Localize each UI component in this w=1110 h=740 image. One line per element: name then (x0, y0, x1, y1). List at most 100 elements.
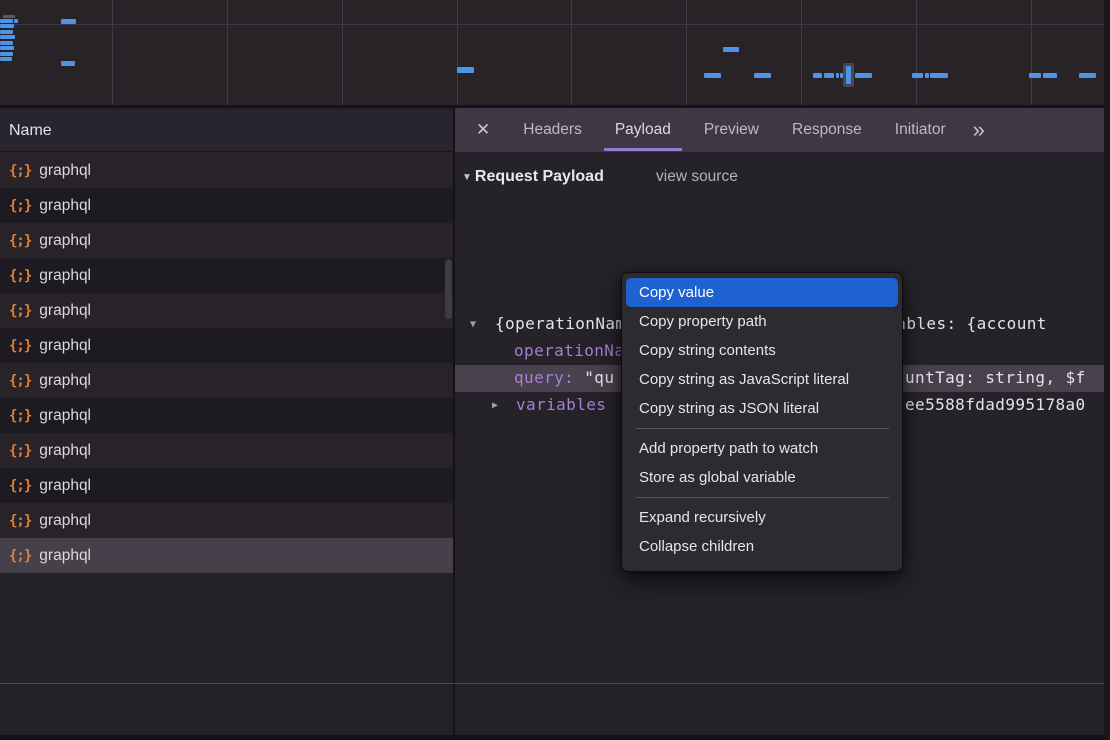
request-name: graphql (39, 512, 91, 530)
request-timing-bar (912, 73, 923, 78)
menu-item-copy-string-contents[interactable]: Copy string contents (626, 336, 898, 365)
menu-item-store-as-global-variable[interactable]: Store as global variable (626, 463, 898, 492)
request-timing-bar (0, 46, 14, 50)
request-timing-bar (1043, 73, 1057, 78)
json-file-icon: {;} (9, 233, 31, 249)
request-timing-bar (704, 73, 721, 78)
request-row[interactable]: {;}graphql (0, 468, 453, 503)
network-overview-strip[interactable] (0, 0, 1104, 108)
request-name: graphql (39, 337, 91, 355)
tab-initiator[interactable]: Initiator (895, 108, 946, 152)
overview-gridline-horizontal (0, 24, 1104, 25)
request-timing-bar (0, 52, 13, 56)
collapsed-triangle-icon[interactable]: ▶ (492, 400, 498, 411)
request-timing-bar (0, 41, 13, 45)
json-file-icon: {;} (9, 513, 31, 529)
expand-triangle-icon[interactable]: ▼ (470, 319, 476, 330)
json-file-icon: {;} (9, 548, 31, 564)
request-row[interactable]: {;} graphql (0, 328, 453, 363)
request-name: graphql (39, 267, 91, 285)
name-column-header[interactable]: Name (0, 111, 453, 152)
window-right-edge (1104, 0, 1110, 740)
request-timing-bar (855, 73, 872, 78)
summary-bar-divider (0, 683, 1104, 684)
request-name: graphql (39, 232, 91, 250)
request-timing-bar (0, 24, 14, 28)
variables-preview-tail: ee5588fdad995178a0 (905, 395, 1086, 414)
request-timing-bar (925, 73, 929, 78)
request-timing-bar (61, 61, 75, 66)
request-name: graphql (39, 162, 91, 180)
request-row[interactable]: {;}graphql (0, 538, 453, 573)
request-timing-bar (0, 19, 13, 23)
property-value-start: "qu (584, 368, 614, 387)
request-payload-section-header[interactable]: ▼ Request Payload (462, 165, 604, 189)
overview-gridline (1031, 0, 1032, 105)
menu-item-copy-property-path[interactable]: Copy property path (626, 307, 898, 336)
devtools-network-panel: Name {;}graphql{;}graphql{;}graphql{;}gr… (0, 0, 1110, 740)
request-timing-bar (61, 19, 76, 24)
request-row[interactable]: {;} graphql (0, 503, 453, 538)
selected-request-tick (846, 66, 851, 84)
property-key: query: (514, 368, 574, 387)
request-list-pane: Name {;}graphql{;}graphql{;}graphql{;}gr… (0, 111, 453, 683)
request-timing-bar (0, 35, 15, 39)
request-row[interactable]: {;} graphql (0, 398, 453, 433)
request-timing-bar (754, 73, 771, 78)
request-row[interactable]: {;}graphql (0, 188, 453, 223)
menu-item-expand-recursively[interactable]: Expand recursively (626, 503, 898, 532)
menu-item-copy-string-as-javascript-literal[interactable]: Copy string as JavaScript literal (626, 365, 898, 394)
request-row[interactable]: {;} graphql (0, 153, 453, 188)
overview-gridline (342, 0, 343, 105)
json-file-icon: {;} (9, 303, 31, 319)
context-menu: Copy valueCopy property pathCopy string … (621, 272, 903, 572)
tab-headers[interactable]: Headers (523, 108, 582, 152)
request-timing-bar (1079, 73, 1096, 78)
json-file-icon: {;} (9, 163, 31, 179)
overview-gridline (801, 0, 802, 105)
json-file-icon: {;} (9, 338, 31, 354)
pane-divider[interactable] (453, 108, 455, 735)
request-name: graphql (39, 302, 91, 320)
request-row[interactable]: {;} graphql (0, 433, 453, 468)
more-tabs-icon[interactable]: » (973, 117, 983, 143)
window-bottom-edge (0, 735, 1110, 740)
request-timing-bar (0, 30, 13, 34)
request-name: graphql (39, 372, 91, 390)
menu-item-copy-value[interactable]: Copy value (626, 278, 898, 307)
name-column-label: Name (9, 122, 52, 140)
request-row[interactable]: {;} graphql (0, 293, 453, 328)
request-row[interactable]: {;} graphql (0, 223, 453, 258)
request-timing-bar (14, 19, 18, 23)
request-name: graphql (39, 442, 91, 460)
json-file-icon: {;} (9, 268, 31, 284)
scrollbar-thumb[interactable] (445, 259, 452, 319)
request-timing-bar (813, 73, 822, 78)
property-key: variables (516, 395, 606, 414)
detail-tab-bar: ✕ Headers Payload Preview Response Initiator… (455, 108, 1104, 152)
menu-item-add-property-path-to-watch[interactable]: Add property path to watch (626, 434, 898, 463)
request-list: {;} graphql {;} graphql {;} graphql {;} graphql… (0, 153, 453, 573)
request-timing-bar (457, 67, 474, 73)
overview-gridline (571, 0, 572, 105)
json-file-icon: {;} (9, 443, 31, 459)
view-source-link[interactable]: view source (656, 168, 738, 186)
request-row[interactable]: {;}graphql (0, 363, 453, 398)
request-timing-bar (836, 73, 839, 78)
pending-request-bar (3, 15, 15, 18)
collapse-triangle-icon[interactable]: ▼ (462, 172, 472, 183)
tab-response[interactable]: Response (792, 108, 862, 152)
menu-item-collapse-children[interactable]: Collapse children (626, 532, 898, 561)
menu-divider (636, 428, 889, 429)
overview-gridline (686, 0, 687, 105)
overview-gridline (227, 0, 228, 105)
request-name: graphql (39, 407, 91, 425)
request-name: graphql (39, 477, 91, 495)
json-file-icon: {;} (9, 408, 31, 424)
tab-payload[interactable]: Payload (615, 108, 671, 152)
menu-item-copy-string-as-json-literal[interactable]: Copy string as JSON literal (626, 394, 898, 423)
request-timing-bar (930, 73, 948, 78)
tab-preview[interactable]: Preview (704, 108, 759, 152)
request-row[interactable]: {;} graphql (0, 258, 453, 293)
close-icon[interactable]: ✕ (476, 120, 490, 140)
